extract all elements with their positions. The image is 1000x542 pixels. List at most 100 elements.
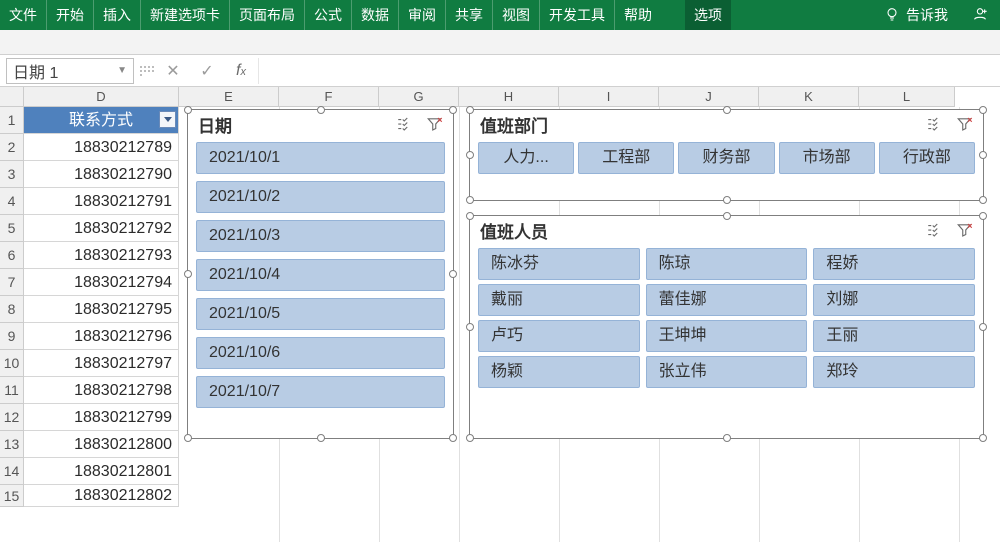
slicer-item[interactable]: 2021/10/7 (196, 376, 445, 408)
row-header[interactable]: 8 (0, 296, 24, 323)
slicer-item[interactable]: 2021/10/5 (196, 298, 445, 330)
tab-view[interactable]: 视图 (493, 0, 540, 30)
table-cell[interactable]: 18830212800 (24, 431, 179, 458)
col-header-H[interactable]: H (459, 87, 559, 107)
row-header[interactable]: 1 (0, 107, 24, 134)
insert-function-button[interactable]: fx (224, 58, 258, 84)
slicer-item[interactable]: 王坤坤 (646, 320, 808, 352)
slicer-item[interactable]: 行政部 (879, 142, 975, 174)
table-cell[interactable]: 18830212793 (24, 242, 179, 269)
slicer-item[interactable]: 郑玲 (813, 356, 975, 388)
row-header[interactable]: 4 (0, 188, 24, 215)
formula-input[interactable] (258, 58, 1000, 84)
table-cell[interactable]: 18830212791 (24, 188, 179, 215)
ribbon-toolbar (0, 30, 1000, 55)
slicer-item[interactable]: 2021/10/4 (196, 259, 445, 291)
table-cell[interactable]: 18830212801 (24, 458, 179, 485)
select-all-button[interactable] (0, 87, 24, 107)
col-header-E[interactable]: E (179, 87, 279, 107)
slicer-item[interactable]: 陈冰芬 (478, 248, 640, 280)
slicer-item[interactable]: 王丽 (813, 320, 975, 352)
row-header[interactable]: 10 (0, 350, 24, 377)
tab-data[interactable]: 数据 (352, 0, 399, 30)
slicer-item[interactable]: 2021/10/1 (196, 142, 445, 174)
filter-dropdown-button[interactable] (159, 111, 176, 128)
row-header[interactable]: 13 (0, 431, 24, 458)
clear-filter-icon[interactable] (953, 113, 977, 135)
table-header-cell[interactable]: 联系方式 (24, 107, 179, 134)
slicer-item[interactable]: 程娇 (813, 248, 975, 280)
clear-filter-icon[interactable] (953, 219, 977, 241)
slicer-person[interactable]: 值班人员 陈冰芬 陈琼 程娇 戴丽 蕾佳娜 刘娜 卢巧 王坤坤 王丽 杨颖 张立… (469, 215, 984, 439)
row-header[interactable]: 5 (0, 215, 24, 242)
tab-slicer-options[interactable]: 选项 (685, 0, 731, 30)
table-cell[interactable]: 18830212789 (24, 134, 179, 161)
table-cell[interactable]: 18830212794 (24, 269, 179, 296)
row-header[interactable]: 12 (0, 404, 24, 431)
tab-custom[interactable]: 新建选项卡 (141, 0, 230, 30)
col-header-G[interactable]: G (379, 87, 459, 107)
tab-page-layout[interactable]: 页面布局 (230, 0, 305, 30)
col-header-K[interactable]: K (759, 87, 859, 107)
table-cell[interactable]: 18830212798 (24, 377, 179, 404)
tell-me[interactable]: 告诉我 (872, 0, 960, 30)
column-headers: D E F G H I J K L (24, 87, 955, 107)
slicer-item[interactable]: 2021/10/2 (196, 181, 445, 213)
slicer-item[interactable]: 杨颖 (478, 356, 640, 388)
multiselect-icon[interactable] (393, 113, 417, 135)
slicer-item[interactable]: 戴丽 (478, 284, 640, 316)
slicer-department[interactable]: 值班部门 人力... 工程部 财务部 市场部 行政部 (469, 109, 984, 201)
col-header-I[interactable]: I (559, 87, 659, 107)
share-button[interactable] (960, 0, 1000, 30)
table-cell[interactable]: 18830212792 (24, 215, 179, 242)
cancel-formula-button[interactable]: ✕ (156, 58, 190, 84)
row-header[interactable]: 6 (0, 242, 24, 269)
clear-filter-icon[interactable] (423, 113, 447, 135)
table-cell[interactable]: 18830212799 (24, 404, 179, 431)
row-header[interactable]: 2 (0, 134, 24, 161)
slicer-item[interactable]: 财务部 (678, 142, 774, 174)
col-header-F[interactable]: F (279, 87, 379, 107)
table-cell[interactable]: 18830212796 (24, 323, 179, 350)
row-headers: 1 2 3 4 5 6 7 8 9 10 11 12 13 14 15 (0, 107, 24, 507)
slicer-item[interactable]: 蕾佳娜 (646, 284, 808, 316)
tab-home[interactable]: 开始 (47, 0, 94, 30)
row-header[interactable]: 11 (0, 377, 24, 404)
table-cell[interactable]: 18830212790 (24, 161, 179, 188)
multiselect-icon[interactable] (923, 219, 947, 241)
slicer-item[interactable]: 2021/10/3 (196, 220, 445, 252)
slicer-item[interactable]: 张立伟 (646, 356, 808, 388)
row-header[interactable]: 9 (0, 323, 24, 350)
slicer-item[interactable]: 工程部 (578, 142, 674, 174)
col-header-J[interactable]: J (659, 87, 759, 107)
table-cell[interactable]: 18830212795 (24, 296, 179, 323)
row-header[interactable]: 14 (0, 458, 24, 485)
tab-help[interactable]: 帮助 (615, 0, 661, 30)
col-header-L[interactable]: L (859, 87, 955, 107)
tab-share[interactable]: 共享 (446, 0, 493, 30)
slicer-item[interactable]: 市场部 (779, 142, 875, 174)
tab-file[interactable]: 文件 (0, 0, 47, 30)
name-box[interactable]: 日期 1 ▼ (6, 58, 134, 84)
drag-handle-icon[interactable] (138, 61, 156, 81)
slicer-item[interactable]: 刘娜 (813, 284, 975, 316)
tab-insert[interactable]: 插入 (94, 0, 141, 30)
enter-formula-button[interactable]: ✓ (190, 58, 224, 84)
slicer-date[interactable]: 日期 2021/10/1 2021/10/2 2021/10/3 2021/10… (187, 109, 454, 439)
row-header[interactable]: 7 (0, 269, 24, 296)
slicer-item[interactable]: 陈琼 (646, 248, 808, 280)
slicer-item[interactable]: 2021/10/6 (196, 337, 445, 369)
table-cell[interactable]: 18830212802 (24, 485, 179, 507)
row-header[interactable]: 3 (0, 161, 24, 188)
slicer-item[interactable]: 卢巧 (478, 320, 640, 352)
row-header[interactable]: 15 (0, 485, 24, 507)
table-cell[interactable]: 18830212797 (24, 350, 179, 377)
tab-formulas[interactable]: 公式 (305, 0, 352, 30)
tab-review[interactable]: 审阅 (399, 0, 446, 30)
multiselect-icon[interactable] (923, 113, 947, 135)
slicer-item[interactable]: 人力... (478, 142, 574, 174)
tab-developer[interactable]: 开发工具 (540, 0, 615, 30)
chevron-down-icon: ▼ (117, 65, 127, 76)
fx-icon: fx (236, 62, 246, 80)
col-header-D[interactable]: D (24, 87, 179, 107)
